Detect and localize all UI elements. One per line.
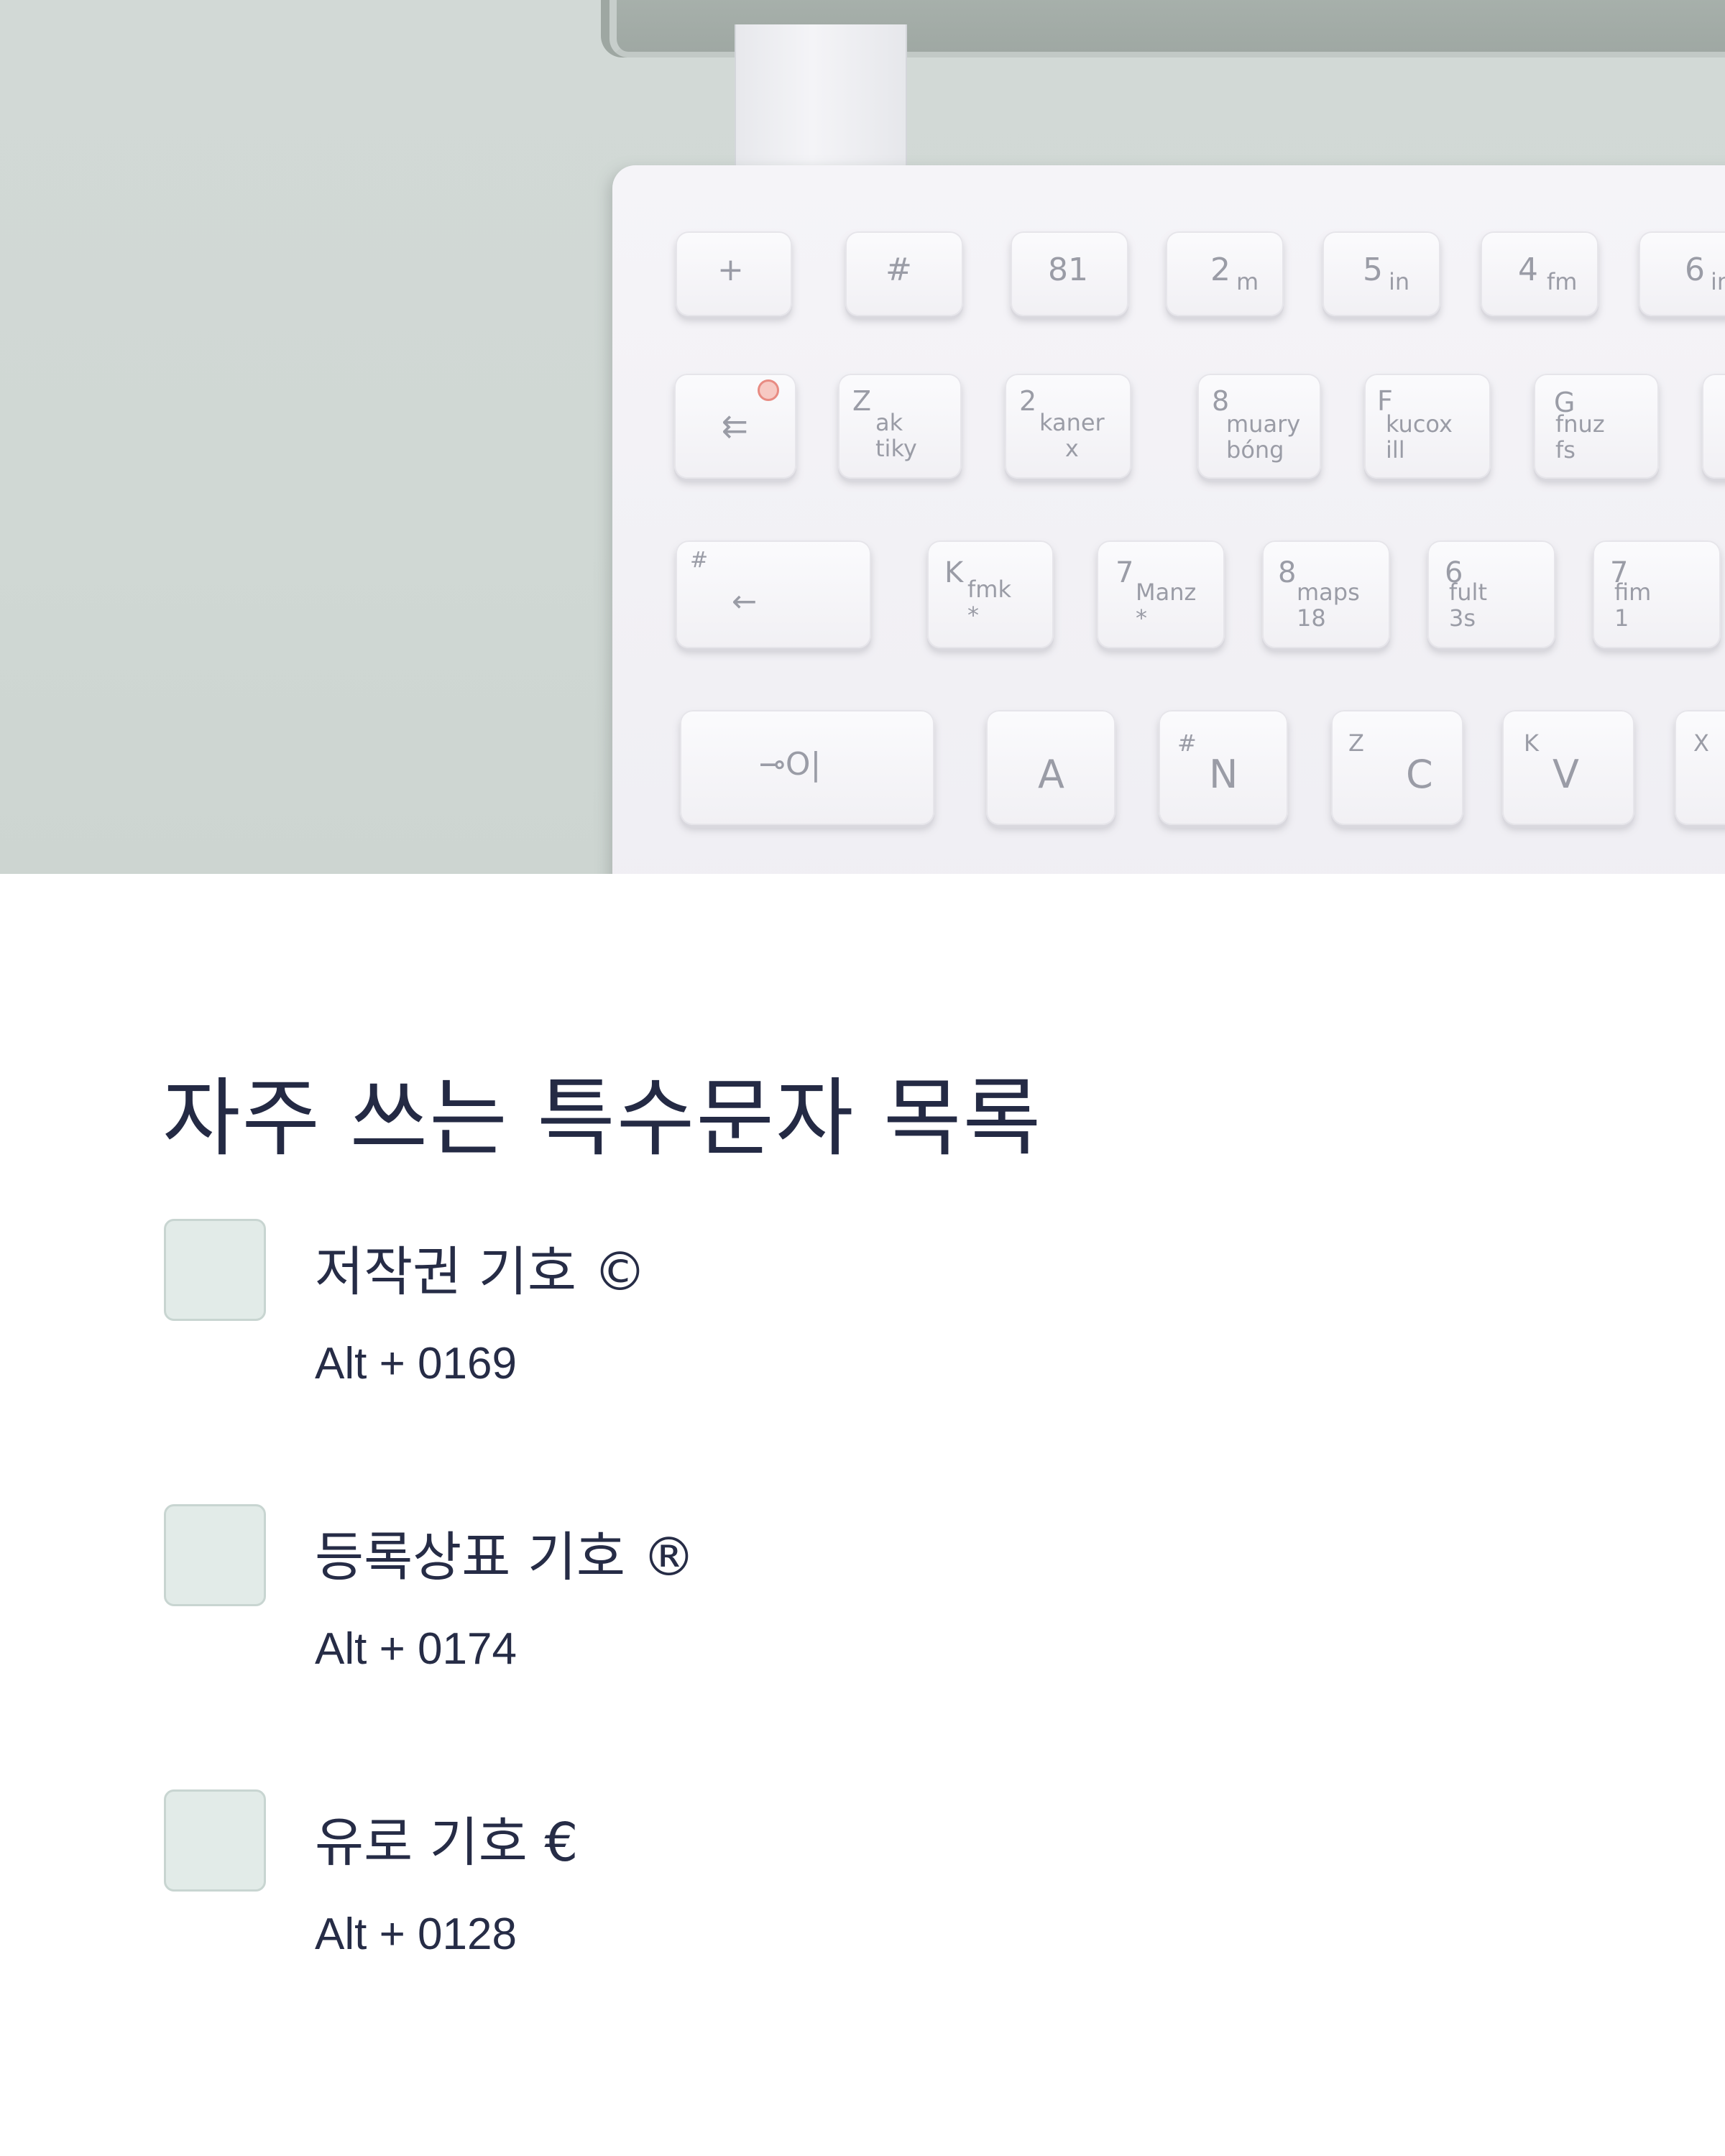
list-item: 유로 기호 € Alt + 0128 — [162, 1789, 1528, 1976]
key-sublabel: # — [1177, 729, 1197, 757]
key-label: C — [1406, 752, 1433, 797]
keyboard-key: 2 kaner x — [1005, 374, 1131, 479]
keyboard-key: ⇇ — [674, 374, 796, 479]
key-label: 6 — [1685, 252, 1705, 288]
key-label: 5 — [1363, 252, 1383, 288]
key-sublabel: muary bóng — [1226, 410, 1301, 464]
laptop-hinge — [735, 24, 907, 168]
key-sublabel: in — [1389, 268, 1410, 295]
keyboard-key: 8 maps 18 — [1262, 540, 1390, 648]
red-indicator-icon — [758, 379, 779, 401]
keyboard-key: 8 muary bóng — [1197, 374, 1321, 479]
keyboard-key: K V — [1502, 710, 1634, 825]
keyboard-key: # ← — [676, 540, 871, 648]
keyboard-key: 7 fim 1 — [1593, 540, 1721, 648]
keyboard-key: Z C — [1331, 710, 1463, 825]
key-label: 81 — [1048, 252, 1088, 288]
key-sublabel: in — [1711, 268, 1725, 295]
key-label: N — [1209, 752, 1238, 797]
key-sublabel: Z — [1348, 729, 1364, 757]
page-title: 자주 쓰는 특수문자 목록 — [162, 1069, 1043, 1168]
keyboard-key: 6 fult 3s — [1427, 540, 1555, 648]
keyboard-key: 81 — [1011, 231, 1128, 316]
keyboard-key: X — [1675, 710, 1725, 825]
list-item: 등록상표 기호 ® Alt + 0174 — [162, 1504, 1528, 1691]
key-label: 2 — [1019, 385, 1037, 417]
keyboard-key: 5 in — [1322, 231, 1440, 316]
keyboard-key: + — [676, 231, 792, 316]
key-label: 7 — [1116, 556, 1134, 589]
key-label: A — [1038, 752, 1064, 797]
keyboard-key: 2 m — [1166, 231, 1284, 316]
symbol-swatch — [164, 1219, 266, 1321]
key-label: ⊸O| — [759, 746, 822, 783]
keyboard-key: ⊸O| — [680, 710, 934, 825]
key-sublabel: kucox ill — [1386, 410, 1453, 464]
key-sublabel: K — [1524, 729, 1539, 757]
key-sublabel: kaner x — [1039, 409, 1105, 462]
symbol-name: 저작권 기호 © — [315, 1241, 647, 1303]
symbol-shortcut: Alt + 0128 — [315, 1909, 517, 1959]
key-label: # — [690, 548, 709, 573]
keyboard-key: K fmk * — [927, 540, 1054, 648]
symbol-name: 등록상표 기호 ® — [315, 1526, 696, 1588]
key-sublabel: fult 3s — [1449, 579, 1487, 632]
key-label: 8 — [1278, 556, 1297, 589]
key-label: ← — [732, 584, 758, 619]
key-sublabel: Manz * — [1136, 579, 1197, 632]
symbol-name: 유로 기호 € — [315, 1812, 579, 1874]
keyboard-key — [1702, 374, 1725, 479]
keyboard-key: # — [845, 231, 963, 316]
key-sublabel: fmk * — [967, 576, 1011, 629]
keyboard-key: # N — [1159, 710, 1288, 825]
symbol-swatch — [164, 1504, 266, 1606]
key-sublabel: ak tiky — [875, 409, 917, 462]
key-sublabel: X — [1693, 729, 1709, 757]
keyboard-key: 6 in — [1639, 231, 1725, 316]
key-sublabel: fm — [1547, 268, 1578, 295]
key-sublabel: fnuz fs — [1555, 410, 1605, 464]
key-sublabel: fim 1 — [1614, 579, 1652, 632]
keyboard-key: Z ak tiky — [838, 374, 962, 479]
key-label: 2 — [1210, 252, 1230, 288]
key-label: 4 — [1518, 252, 1538, 288]
key-label: V — [1552, 752, 1579, 797]
key-label: + — [717, 252, 744, 288]
keyboard-key: 4 fm — [1481, 231, 1598, 316]
symbol-shortcut: Alt + 0169 — [315, 1339, 517, 1388]
key-sublabel: maps 18 — [1297, 579, 1360, 632]
key-label: # — [886, 252, 912, 288]
keyboard-key: 7 Manz * — [1097, 540, 1225, 648]
key-label: ⇇ — [722, 408, 748, 445]
keyboard-key: A — [986, 710, 1116, 825]
keyboard-key: F kucox ill — [1364, 374, 1491, 479]
key-label: K — [944, 556, 964, 589]
symbol-swatch — [164, 1789, 266, 1892]
keyboard-key: G fnuz fs — [1534, 374, 1659, 479]
hero-keyboard-image: + # 81 2 m 5 in 4 fm 6 in ⇇ Z ak tiky 2 … — [0, 0, 1725, 874]
key-sublabel: m — [1236, 268, 1259, 295]
key-label: Z — [852, 385, 872, 417]
list-item: 저작권 기호 © Alt + 0169 — [162, 1219, 1528, 1406]
symbol-shortcut: Alt + 0174 — [315, 1624, 517, 1674]
